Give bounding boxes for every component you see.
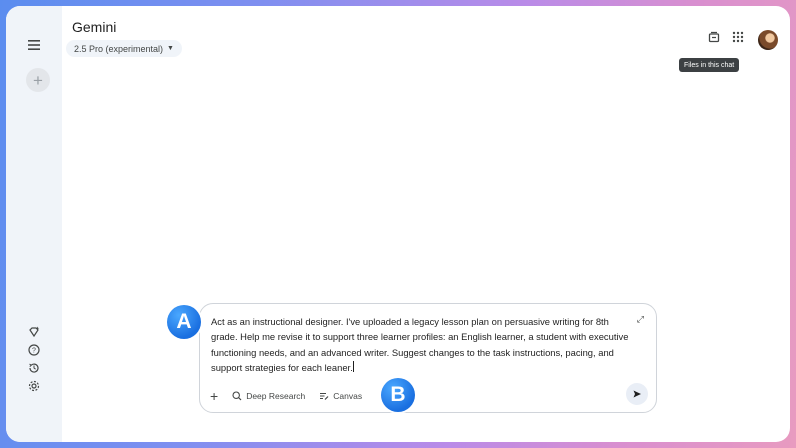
send-icon [633,390,641,398]
deep-research-button[interactable]: Deep Research [232,391,305,401]
search-sparkle-icon [232,391,242,401]
gemini-window: + ? Gemini 2.5 Pro (experimental) ▼ File… [6,6,790,442]
callout-b: B [381,378,415,412]
deep-research-label: Deep Research [246,391,306,401]
menu-icon[interactable] [22,33,46,57]
text-caret [352,361,354,373]
expand-icon[interactable]: ⤢ [637,314,644,325]
avatar[interactable] [758,30,778,50]
composer-toolbar: + Deep Research Canvas [210,388,362,404]
canvas-button[interactable]: Canvas [319,391,362,401]
canvas-label: Canvas [333,391,363,401]
send-button[interactable] [626,383,648,405]
gear-icon[interactable] [22,374,46,398]
plus-icon: + [210,388,219,404]
new-chat-button[interactable]: + [26,68,50,92]
prompt-text: Act as an instructional designer. I've u… [211,316,629,374]
chevron-down-icon: ▼ [167,45,174,52]
plus-icon: + [33,70,43,90]
callout-a: A [167,305,201,339]
tooltip: Files in this chat [679,58,740,72]
svg-text:?: ? [32,348,36,355]
model-label: 2.5 Pro (experimental) [74,43,164,54]
prompt-input[interactable]: Act as an instructional designer. I've u… [211,314,631,376]
canvas-icon [320,392,329,400]
apps-grid-icon[interactable] [732,30,744,48]
files-icon[interactable] [708,30,720,48]
app-title: Gemini [72,19,117,35]
model-selector[interactable]: 2.5 Pro (experimental) ▼ [66,40,182,57]
sidebar: + ? [6,6,62,442]
add-button[interactable]: + [210,388,218,404]
prompt-composer[interactable]: Act as an instructional designer. I've u… [199,303,657,413]
